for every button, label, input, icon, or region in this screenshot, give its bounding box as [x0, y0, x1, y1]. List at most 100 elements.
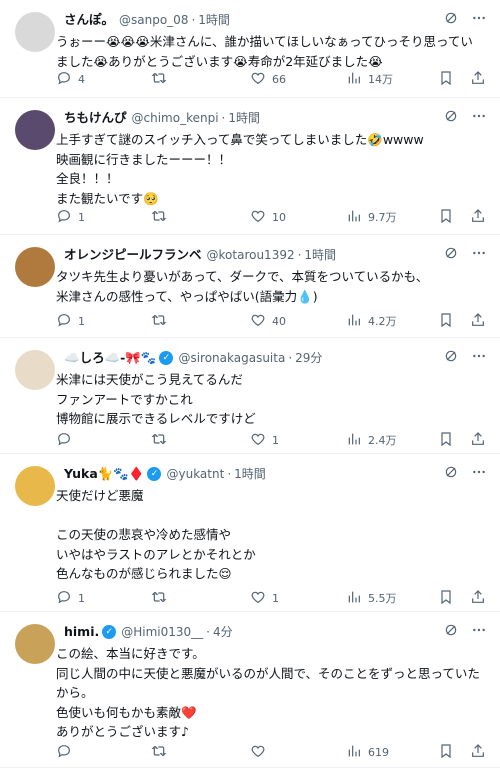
more-options-icon[interactable] — [470, 107, 488, 125]
avatar[interactable] — [15, 350, 55, 390]
bookmark-button[interactable] — [438, 431, 454, 450]
more-options-icon[interactable] — [470, 244, 488, 262]
like-button[interactable]: 40 — [250, 312, 286, 331]
tweet-text: この絵、本当に好きです。 同じ人間の中に天使と悪魔がいるのが人間で、そのことをずっ… — [56, 644, 482, 742]
timestamp[interactable]: 1時間 — [198, 10, 230, 30]
retweet-button[interactable] — [151, 70, 173, 89]
share-icon — [470, 589, 486, 608]
reply-button[interactable] — [56, 743, 78, 762]
timestamp[interactable]: 1時間 — [234, 464, 266, 484]
bookmark-button[interactable] — [438, 743, 454, 762]
timestamp[interactable]: 1時間 — [228, 108, 260, 128]
avatar[interactable] — [15, 110, 55, 150]
bookmark-button[interactable] — [438, 70, 454, 89]
avatar[interactable] — [15, 12, 55, 52]
verified-badge-icon: ✓ — [147, 467, 162, 481]
timestamp[interactable]: 4分 — [213, 622, 233, 642]
share-button[interactable] — [470, 70, 486, 89]
avatar[interactable] — [15, 247, 55, 287]
tweet-top-actions — [442, 9, 488, 27]
grok-icon[interactable] — [442, 347, 460, 365]
tweet[interactable]: ☁️しろ☁️-🎀🐾 ✓ @sironakagasuita · 29分 米津には天… — [0, 338, 500, 454]
share-button[interactable] — [470, 589, 486, 608]
tweet-text-line: タツキ先生より憂いがあって、ダークで、本質をついているかも、 — [56, 269, 429, 284]
tweet-header: さんぽ。 @sanpo_08 · 1時間 — [64, 10, 452, 30]
views-button[interactable]: 9.7万 — [346, 208, 397, 227]
like-button[interactable]: 1 — [250, 589, 279, 608]
grok-icon[interactable] — [442, 107, 460, 125]
share-button[interactable] — [470, 431, 486, 450]
bookmark-button[interactable] — [438, 589, 454, 608]
views-button[interactable]: 2.4万 — [346, 431, 397, 450]
user-handle[interactable]: @kotarou1392 — [207, 245, 295, 265]
tweet-text-line: 米津には天使がこう見えてるんだ — [56, 372, 243, 387]
share-button[interactable] — [470, 208, 486, 227]
like-button[interactable]: 66 — [250, 70, 286, 89]
retweet-button[interactable] — [151, 312, 173, 331]
user-handle[interactable]: @chimo_kenpi — [132, 108, 219, 128]
display-name[interactable]: さんぽ。 — [64, 10, 114, 30]
like-icon — [250, 431, 266, 450]
views-button[interactable]: 14万 — [346, 70, 393, 89]
tweet[interactable]: さんぽ。 @sanpo_08 · 1時間 うぉーー😭😭😭米津さんに、誰か描いてほ… — [0, 0, 500, 98]
reply-button[interactable] — [56, 431, 78, 450]
timestamp[interactable]: 29分 — [295, 348, 322, 368]
tweet-actions: 619 — [56, 743, 488, 761]
share-icon — [470, 70, 486, 89]
share-button[interactable] — [470, 312, 486, 331]
reply-icon — [56, 208, 72, 227]
user-handle[interactable]: @sanpo_08 — [119, 10, 188, 30]
tweet[interactable]: ちもけんぴ @chimo_kenpi · 1時間 上手すぎて謎のスイッチ入って鼻… — [0, 98, 500, 235]
reply-button[interactable]: 1 — [56, 312, 85, 331]
tweet-text-line: この天使の悲哀や冷めた感情や — [56, 527, 232, 543]
more-options-icon[interactable] — [470, 463, 488, 481]
like-button[interactable]: 1 — [250, 431, 279, 450]
like-button[interactable]: 10 — [250, 208, 286, 227]
more-options-icon[interactable] — [470, 347, 488, 365]
user-handle[interactable]: @yukatnt — [166, 464, 224, 484]
retweet-button[interactable] — [151, 431, 173, 450]
reply-button[interactable]: 1 — [56, 589, 85, 608]
like-button[interactable] — [250, 743, 272, 762]
views-button[interactable]: 5.5万 — [346, 589, 397, 608]
view-count: 619 — [368, 745, 389, 759]
grok-icon[interactable] — [442, 463, 460, 481]
verified-badge-icon: ✓ — [159, 351, 174, 365]
views-icon — [346, 208, 362, 227]
user-handle[interactable]: @Himi0130__ — [121, 622, 203, 642]
bookmark-button[interactable] — [438, 208, 454, 227]
share-button[interactable] — [470, 743, 486, 762]
grok-icon[interactable] — [442, 621, 460, 639]
display-name[interactable]: ☁️しろ☁️-🎀🐾 — [64, 348, 156, 368]
tweet[interactable]: オレンジピールフランベ @kotarou1392 · 1時間 タツキ先生より憂い… — [0, 235, 500, 338]
tweet-header: ☁️しろ☁️-🎀🐾 ✓ @sironakagasuita · 29分 — [64, 348, 452, 368]
grok-icon[interactable] — [442, 244, 460, 262]
like-count: 1 — [272, 433, 279, 447]
display-name[interactable]: オレンジピールフランベ — [64, 245, 202, 265]
tweet-header: ちもけんぴ @chimo_kenpi · 1時間 — [64, 108, 452, 128]
views-button[interactable]: 619 — [346, 743, 389, 762]
views-button[interactable]: 4.2万 — [346, 312, 397, 331]
avatar[interactable] — [15, 466, 55, 506]
avatar[interactable] — [15, 624, 55, 664]
bookmark-button[interactable] — [438, 312, 454, 331]
tweet[interactable]: Yuka🐈🐾♦️ ✓ @yukatnt · 1時間 天使だけど悪魔 この天使の悲哀… — [0, 454, 500, 612]
more-options-icon[interactable] — [470, 621, 488, 639]
views-icon — [346, 431, 362, 450]
display-name[interactable]: himi. — [64, 622, 99, 642]
more-options-icon[interactable] — [470, 9, 488, 27]
retweet-button[interactable] — [151, 589, 173, 608]
grok-icon[interactable] — [442, 9, 460, 27]
display-name[interactable]: Yuka🐈🐾♦️ — [64, 464, 144, 484]
reply-button[interactable]: 1 — [56, 208, 85, 227]
display-name[interactable]: ちもけんぴ — [64, 108, 127, 128]
like-count: 66 — [272, 72, 286, 86]
reply-button[interactable]: 4 — [56, 70, 85, 89]
retweet-button[interactable] — [151, 208, 173, 227]
user-handle[interactable]: @sironakagasuita — [178, 348, 285, 368]
tweet[interactable]: himi. ✓ @Himi0130__ · 4分 この絵、本当に好きです。 同じ人… — [0, 612, 500, 768]
reply-icon — [56, 589, 72, 608]
separator-dot: · — [288, 351, 293, 365]
timestamp[interactable]: 1時間 — [304, 245, 336, 265]
retweet-button[interactable] — [151, 743, 173, 762]
